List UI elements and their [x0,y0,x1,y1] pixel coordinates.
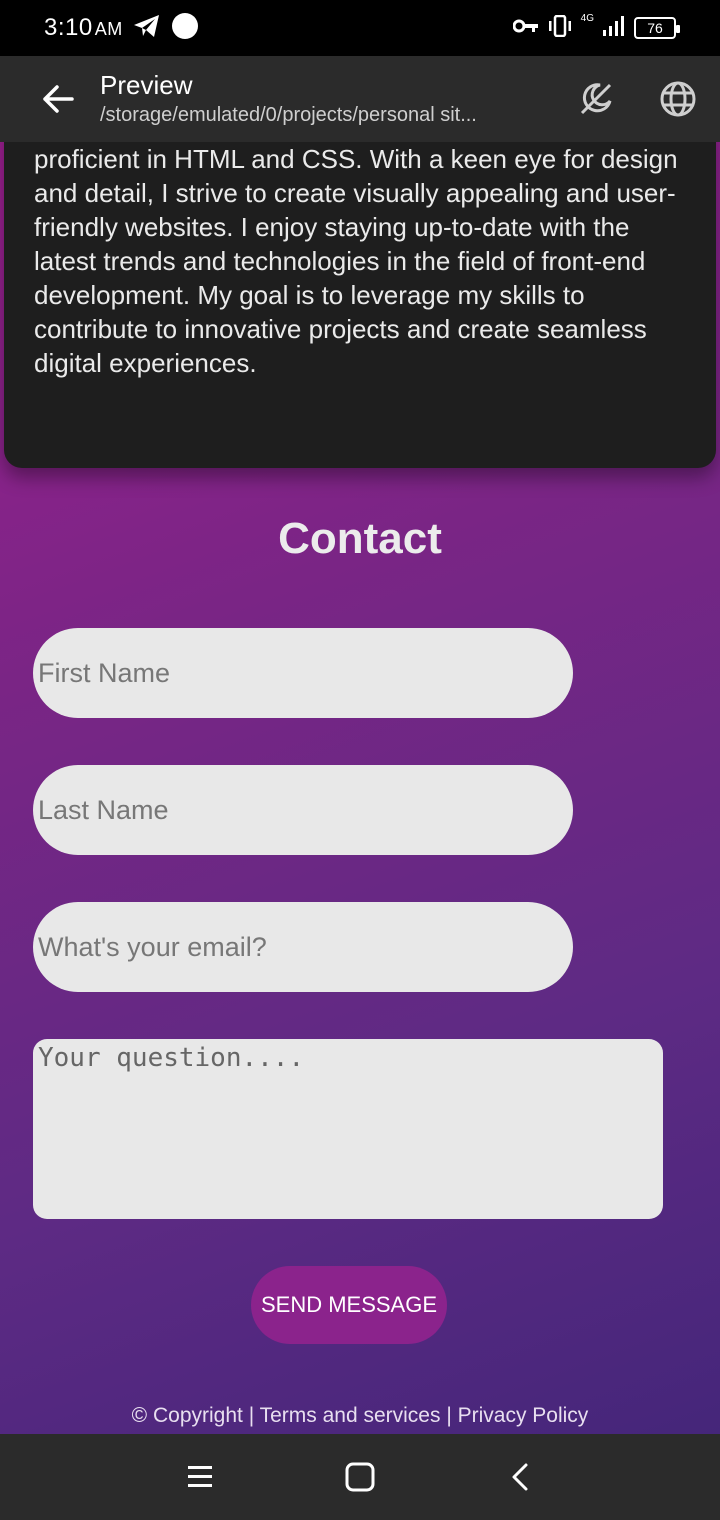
status-time: 3:10 AM [44,14,123,42]
contact-heading: Contact [278,514,442,563]
telegram-icon [133,14,161,43]
page-title: Preview [100,70,193,100]
browser-button[interactable] [654,75,702,123]
vibrate-icon [547,14,573,42]
webpage-preview[interactable]: proficient in HTML and CSS. With a keen … [0,142,720,1434]
back-button[interactable] [30,71,86,127]
navigation-bar [0,1434,720,1520]
first-name-input[interactable] [33,628,573,718]
back-nav-button[interactable] [490,1447,550,1507]
battery-icon: 76 [634,17,680,39]
ampm-text: AM [94,19,123,39]
status-bar: 3:10 AM 4G 76 [0,0,720,56]
footer-links[interactable]: © Copyright | Terms and services | Priva… [0,1404,720,1428]
chevron-left-icon [512,1463,528,1491]
home-square-icon [345,1462,375,1492]
time-text: 3:10 [44,14,93,41]
night-mode-off-icon [580,83,612,115]
about-text: proficient in HTML and CSS. With a keen … [34,144,678,378]
recent-apps-button[interactable] [170,1447,230,1507]
theme-toggle-button[interactable] [572,75,620,123]
battery-level: 76 [647,20,663,36]
question-textarea[interactable] [33,1039,663,1219]
signal-icon [602,15,626,42]
email-input[interactable] [33,902,573,992]
notification-dot-icon [171,12,199,45]
vpn-key-icon [512,18,539,39]
app-bar: Preview /storage/emulated/0/projects/per… [0,56,720,142]
last-name-input[interactable] [33,765,573,855]
menu-icon [188,1466,212,1487]
file-path: /storage/emulated/0/projects/personal si… [100,104,477,126]
network-type: 4G [580,12,594,24]
about-card: proficient in HTML and CSS. With a keen … [4,142,716,468]
send-message-button[interactable]: SEND MESSAGE [251,1266,447,1344]
globe-icon [660,81,696,117]
arrow-left-icon [43,85,74,113]
home-button[interactable] [330,1447,390,1507]
